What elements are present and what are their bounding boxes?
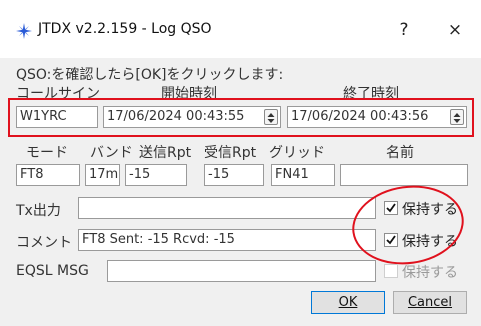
start-time-header: 開始時刻 [161,86,217,102]
end-datetime-spin-arrows-icon[interactable] [450,109,464,125]
rcvd-rpt-field[interactable]: -15 [204,164,264,186]
callsign-header: コールサイン [16,86,100,102]
cancel-button[interactable]: Cancel [393,291,467,314]
comment-keep-checkbox[interactable] [384,233,398,247]
eqsl-keep-checkbox[interactable] [384,264,398,278]
sent-rpt-header: 送信Rpt [139,145,192,161]
sent-rpt-field[interactable]: -15 [125,164,187,186]
name-field[interactable] [340,164,468,186]
instruction-text: QSO:を確認したら[OK]をクリックします: [16,67,284,83]
end-datetime-spinbox[interactable]: 17/06/2024 00:43:56 [287,106,467,128]
log-qso-dialog: JTDX v2.2.159 - Log QSO ? × QSO:を確認したら[O… [0,0,481,326]
band-header: バンド [90,145,133,161]
ok-button-label: OK [338,295,358,310]
mode-field[interactable]: FT8 [16,164,80,186]
checkmark-icon [386,235,396,245]
end-datetime-value: 17/06/2024 00:43:56 [291,109,429,124]
close-button[interactable]: × [440,17,470,43]
ok-button[interactable]: OK [311,291,385,314]
band-field[interactable]: 17m [85,164,120,186]
start-datetime-spin-arrows-icon[interactable] [264,109,278,125]
tx-power-keep-checkbox[interactable] [384,201,398,215]
comment-label: コメント [16,235,72,251]
name-header: 名前 [386,145,414,161]
help-button[interactable]: ? [389,17,419,43]
grid-header: グリッド [269,145,325,161]
rcvd-rpt-header: 受信Rpt [204,145,257,161]
title-bar: JTDX v2.2.159 - Log QSO ? × [0,0,481,58]
comment-keep-label[interactable]: 保持する [402,231,458,251]
tx-power-field[interactable] [78,197,376,219]
cancel-button-label: Cancel [407,295,453,310]
window-title: JTDX v2.2.159 - Log QSO [38,21,212,37]
callsign-field[interactable]: W1YRC [16,106,98,128]
tx-power-label: Tx出力 [16,203,61,219]
tx-power-keep-label[interactable]: 保持する [402,199,458,219]
eqsl-msg-label: EQSL MSG [16,263,89,279]
comment-field[interactable]: FT8 Sent: -15 Rcvd: -15 [78,229,376,251]
eqsl-keep-label[interactable]: 保持する [402,262,458,282]
grid-field[interactable]: FN41 [271,164,335,186]
end-time-header: 終了時刻 [343,86,399,102]
start-datetime-spinbox[interactable]: 17/06/2024 00:43:55 [103,106,281,128]
jtdx-star-icon [16,23,32,39]
start-datetime-value: 17/06/2024 00:43:55 [107,109,245,124]
checkmark-icon [386,203,396,213]
mode-header: モード [26,145,68,161]
annotation-red-ellipse [347,178,469,272]
eqsl-msg-field[interactable] [107,260,376,282]
